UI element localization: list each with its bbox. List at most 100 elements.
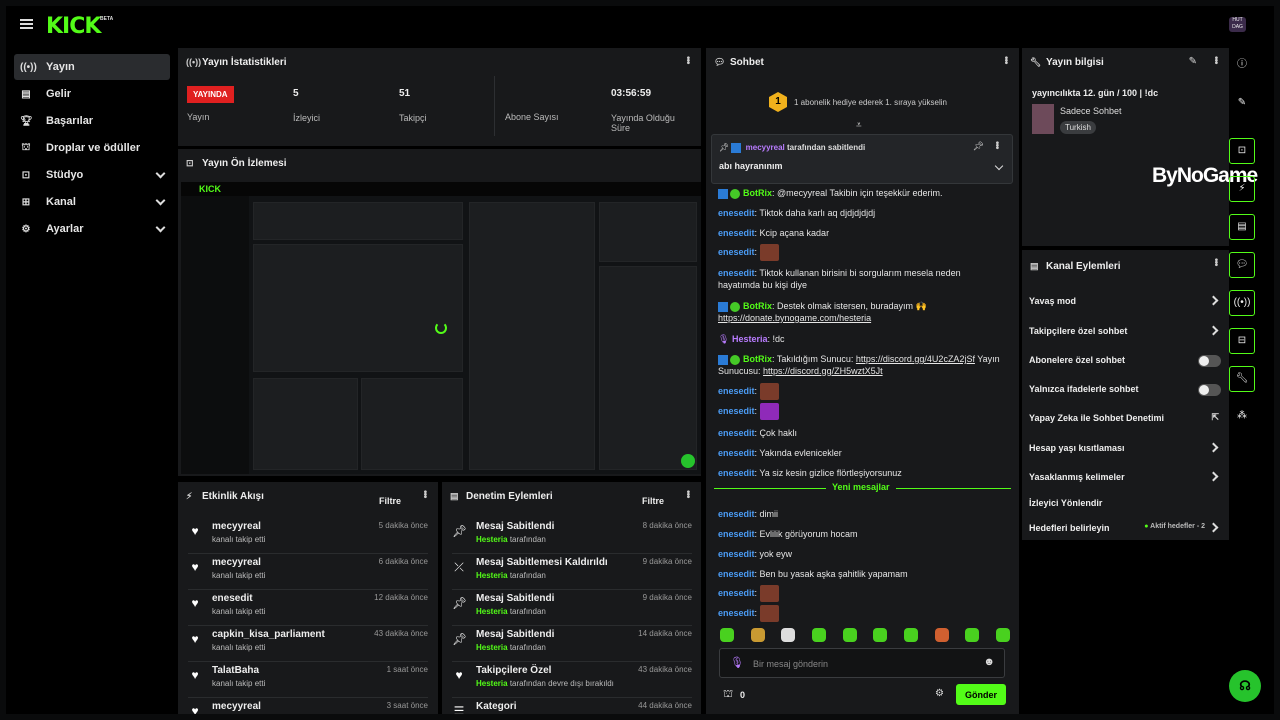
bolt-icon[interactable]: ⚡︎ [1229,176,1255,202]
chat-username[interactable]: enesedit [718,428,755,438]
chat-username[interactable]: enesedit [718,386,755,396]
chat-username[interactable]: enesedit [718,406,755,416]
sidebar-item-studyo[interactable]: ⊡ Stüdyo [14,162,170,188]
avatar[interactable]: HUT DAG [1229,17,1246,32]
chat-username[interactable]: enesedit [718,247,755,257]
wrench-icon[interactable]: 🔧︎ [1229,366,1255,392]
action-label: İzleyici Yönlendir [1029,498,1103,508]
emoji-icon[interactable]: ☻ [983,656,995,668]
more-icon[interactable]: ••• [1210,56,1221,64]
moderator-name: Hesteria [476,643,508,652]
chat-username[interactable]: BotRix [743,301,772,311]
chat-username[interactable]: enesedit [718,608,755,618]
chat-username[interactable]: enesedit [718,529,755,539]
preview-block [253,244,463,372]
followers-only-row[interactable]: Takipçilere özel sohbet [1029,320,1221,342]
preview-toggle-icon[interactable]: ⊡ [1229,138,1255,164]
chat-username[interactable]: Hesteria [732,334,768,344]
filter-button[interactable]: Filtre [379,496,401,506]
chat-link[interactable]: https://discord.gg/4U2cZA2jSf [856,354,975,364]
more-icon[interactable]: ••• [682,490,693,498]
channel-actions-icon[interactable]: ⊟ [1229,328,1255,354]
sidebar-item-basarilar[interactable]: 🏆︎ Başarılar [14,108,170,134]
preview-block [361,378,463,470]
sidebar-item-yayin[interactable]: ((•)) Yayın [14,54,170,80]
chat-username[interactable]: enesedit [718,208,755,218]
chat-input-box[interactable]: 🎙︎ Bir mesaj gönderin ☻ [719,648,1005,678]
chat-link[interactable]: https://discord.gg/ZH5wztX5Jt [763,366,883,376]
category-name[interactable]: Sadece Sohbet [1060,106,1122,116]
more-icon[interactable]: ••• [682,56,693,64]
filter-button[interactable]: Filtre [642,496,664,506]
chat-username[interactable]: enesedit [718,588,755,598]
send-button[interactable]: Gönder [956,684,1006,705]
menu-icon[interactable] [20,19,33,29]
sidebar-item-ayarlar[interactable]: ⚙ Ayarlar [14,216,170,242]
chat-icon[interactable]: 💬︎ [1229,252,1255,278]
new-messages-divider[interactable]: Yeni mesajlar [714,482,1011,492]
chevron-down-icon[interactable] [994,161,1004,171]
store-icon[interactable]: ⛫ [723,688,733,702]
chat-username[interactable]: enesedit [718,468,755,478]
chat-text: : [754,246,758,257]
more-icon[interactable]: ••• [991,141,1002,149]
broadcast-icon[interactable]: ((•)) [1229,290,1255,316]
edit-icon[interactable]: ✎ [1229,91,1255,117]
emote-icon[interactable] [842,628,857,642]
chat-username[interactable]: enesedit [718,569,755,579]
emote-icon[interactable] [750,628,765,642]
chat-username[interactable]: enesedit [718,549,755,559]
stream-preview[interactable]: KICK [181,182,701,474]
emote-icon[interactable] [720,628,734,642]
collapse-icon[interactable]: ⩡ [856,120,862,131]
sidebar-item-droplar[interactable]: ⛫ Droplar ve ödüller [14,135,170,161]
chat-link[interactable]: https://donate.bynogame.com/hesteria [718,313,871,323]
subscribers-only-toggle[interactable] [1198,355,1221,367]
goals-row[interactable]: Hedefleri belirleyin ● Aktif hedefler - 2 [1029,517,1221,539]
action-time: 14 dakika önce [638,629,692,638]
kick-logo[interactable]: KICK [46,14,101,39]
emote-only-toggle[interactable] [1198,384,1221,396]
emote-icon[interactable] [781,628,796,642]
pinned-message[interactable]: 📌︎ mecyyreal tarafından sabitlendi abı h… [711,134,1013,184]
studio-icon: ⊡ [21,169,31,181]
chat-username[interactable]: enesedit [718,448,755,458]
emote-icon[interactable] [934,628,949,642]
chat-username[interactable]: BotRix [743,188,772,198]
chat-text: : Destek olmak istersen, buradayım 🙌 [772,301,927,311]
emote-icon[interactable] [903,628,918,642]
chat-username[interactable]: enesedit [718,268,755,278]
sidebar-item-gelir[interactable]: ▤ Gelir [14,81,170,107]
account-age-row[interactable]: Hesap yaşı kısıtlaması [1029,437,1221,459]
edit-icon[interactable]: ✎ [1189,56,1197,67]
chat-username[interactable]: BotRix [743,354,772,364]
apps-icon[interactable]: ⁂ [1229,404,1255,430]
help-chat-icon[interactable]: ☊ [1229,670,1261,702]
emote-icon[interactable] [995,628,1010,642]
ai-moderation-row[interactable]: Yapay Zeka ile Sohbet Denetimi ⇱ [1029,407,1221,429]
viewers-stat: 5 İzleyici [293,88,320,123]
moderator-name: Hesteria [476,679,508,688]
chat-username[interactable]: enesedit [718,509,755,519]
duration-label: Yayında Olduğu [611,113,675,123]
chevron-right-icon [1208,295,1219,306]
chat-username[interactable]: enesedit [718,228,755,238]
chat-message: enesedit: Tiktok daha karlı aq djdjdjdjd… [718,207,1003,219]
preview-sidebar [181,196,249,474]
document-icon[interactable]: ▤ [1229,214,1255,240]
sidebar-item-kanal[interactable]: ⊞ Kanal [14,189,170,215]
emote-icon[interactable] [873,628,888,642]
host-row[interactable]: İzleyici Yönlendir [1029,492,1221,514]
emote-icon [759,605,779,622]
gear-icon[interactable]: ⚙ [935,688,944,699]
slow-mode-row[interactable]: Yavaş mod [1029,290,1221,312]
info-icon[interactable]: ⓘ [1229,53,1255,79]
more-icon[interactable]: ••• [419,490,430,498]
banned-words-row[interactable]: Yasaklanmış kelimeler [1029,466,1221,488]
sidebar-item-label: Gelir [46,88,72,100]
emote-icon[interactable] [965,628,980,642]
more-icon[interactable]: ••• [1210,258,1221,266]
more-icon[interactable]: ••• [1000,56,1011,64]
pin-icon[interactable]: 📌︎ [973,141,984,152]
emote-icon[interactable] [811,628,826,642]
